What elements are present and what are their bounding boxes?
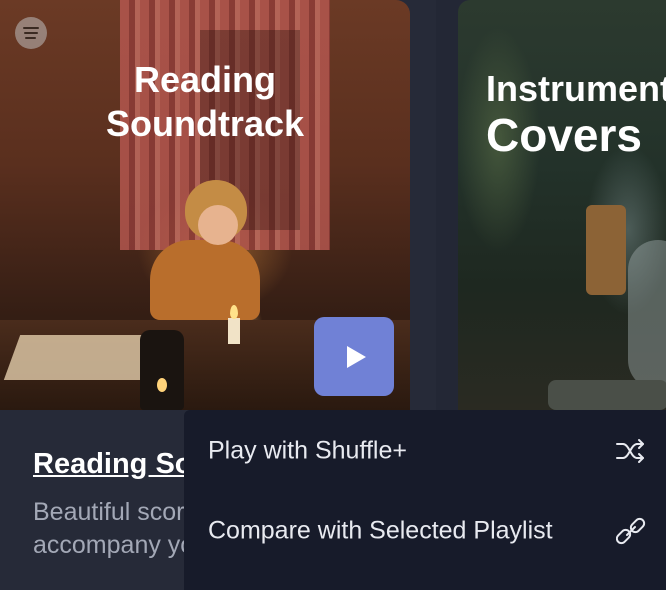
playlist-cover-image[interactable]: Reading Soundtrack	[0, 0, 410, 410]
cover-title-line-2: Soundtrack	[105, 103, 305, 144]
cover-candle-flame	[230, 305, 238, 319]
cover-person-body	[150, 240, 260, 320]
play-icon	[346, 345, 366, 368]
cover2-title-line-1: Instrumental	[486, 68, 666, 109]
cover2-title-line-2: Covers	[486, 109, 642, 161]
cover-person-face	[198, 205, 238, 245]
menu-item-compare-with-selected-playlist[interactable]: Compare with Selected Playlist	[184, 496, 666, 566]
cover-lantern	[140, 330, 184, 410]
cover-candle	[228, 318, 240, 344]
cover-title-line-1: Reading	[133, 59, 276, 100]
menu-item-label: Play with Shuffle+	[208, 436, 407, 465]
cover2-glass	[628, 240, 666, 390]
cover2-object	[586, 205, 626, 295]
menu-item-play-with-shuffle[interactable]: Play with Shuffle+	[184, 416, 666, 486]
cover-lantern-light	[157, 378, 167, 392]
play-button[interactable]	[314, 317, 394, 396]
cover2-bowl	[548, 380, 666, 410]
menu-item-label: Compare with Selected Playlist	[208, 516, 553, 545]
link-icon	[614, 514, 648, 548]
playlist-card-instrumental-covers[interactable]: Instrumental Covers	[458, 0, 666, 410]
shuffle-icon	[614, 434, 648, 468]
context-menu: Play with Shuffle+ Compare with Selected…	[184, 410, 666, 590]
spotify-logo-icon	[15, 17, 47, 49]
